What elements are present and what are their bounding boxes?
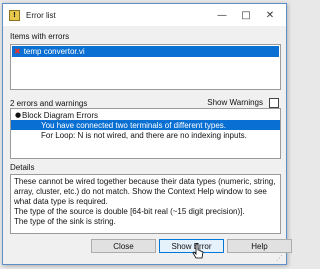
details-text: These cannot be wired together because t…	[14, 177, 276, 226]
details-textbox[interactable]: These cannot be wired together because t…	[10, 174, 281, 234]
items-with-errors-list[interactable]: ✖ temp convertor.vi	[10, 44, 281, 90]
tree-error-row[interactable]: You have connected two terminals of diff…	[11, 120, 280, 130]
resize-grip-icon[interactable]: ⋰	[276, 254, 284, 262]
show-warnings-control[interactable]: Show Warnings	[207, 98, 279, 108]
labview-app-icon: !	[9, 9, 20, 21]
maximize-button[interactable]: □	[234, 4, 258, 26]
error-list-window: ! Error list — □ ✕ Items with errors ✖ t…	[2, 3, 292, 265]
list-item[interactable]: ✖ temp convertor.vi	[12, 46, 279, 57]
bullet-icon: ●	[14, 111, 22, 119]
error-x-icon: ✖	[14, 47, 21, 56]
group-label: Block Diagram Errors	[22, 110, 99, 120]
error-message: For Loop: N is not wired, and there are …	[41, 130, 247, 140]
close-window-button[interactable]: ✕	[258, 4, 282, 26]
show-warnings-checkbox[interactable]	[269, 98, 279, 108]
tree-group-row[interactable]: ● Block Diagram Errors	[11, 110, 280, 120]
close-button[interactable]: Close	[91, 239, 156, 253]
help-button[interactable]: Help	[227, 239, 292, 253]
minimize-button[interactable]: —	[210, 4, 234, 26]
error-message: You have connected two terminals of diff…	[41, 120, 227, 130]
items-with-errors-label: Items with errors	[10, 32, 70, 41]
errors-tree[interactable]: ● Block Diagram Errors You have connecte…	[10, 108, 281, 159]
window-controls: — □ ✕	[210, 4, 282, 26]
background-edge	[290, 30, 300, 230]
window-title: Error list	[26, 10, 56, 20]
mouse-pointer-icon	[192, 243, 204, 259]
show-warnings-label: Show Warnings	[207, 98, 263, 108]
title-bar[interactable]: ! Error list — □ ✕	[3, 4, 286, 26]
details-label: Details	[10, 163, 35, 172]
item-name: temp convertor.vi	[23, 47, 85, 56]
tree-error-row[interactable]: For Loop: N is not wired, and there are …	[11, 130, 280, 140]
errors-count-label: 2 errors and warnings	[10, 98, 88, 108]
